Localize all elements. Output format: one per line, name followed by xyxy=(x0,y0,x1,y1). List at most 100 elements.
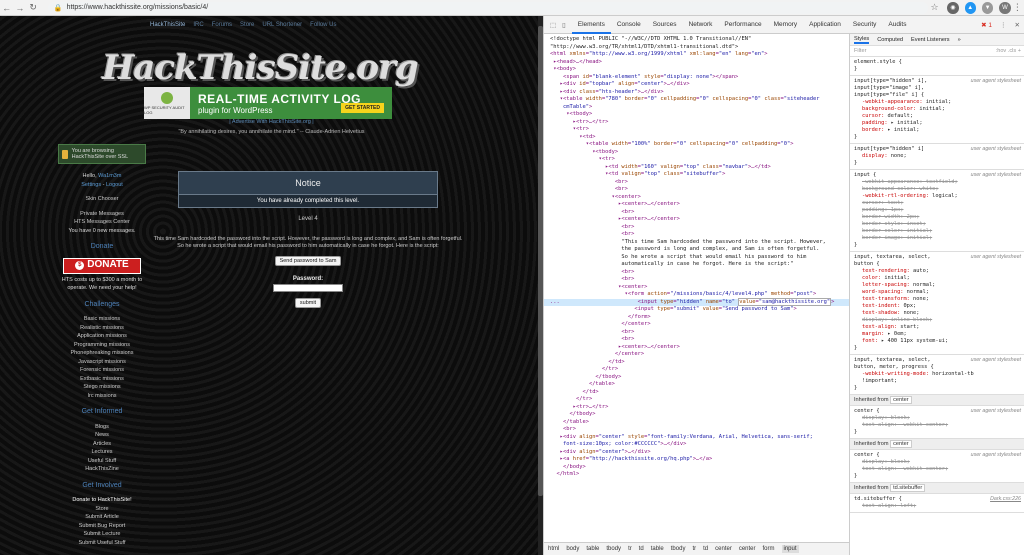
nav-item[interactable]: Javascript missions xyxy=(58,358,146,367)
crumb[interactable]: center xyxy=(715,546,732,552)
nav-item[interactable]: Blogs xyxy=(58,423,146,432)
style-rule[interactable]: center { user agent stylesheet display: … xyxy=(850,450,1024,483)
style-rule[interactable]: td.sitebuffer { Dark.css:226 text-align:… xyxy=(850,494,1024,513)
nav-item[interactable]: Articles xyxy=(58,440,146,449)
dom-node[interactable]: "This time Sam hardcoded the password in… xyxy=(544,239,849,247)
nav-item[interactable]: Phonephreaking missions xyxy=(58,349,146,358)
dom-node[interactable]: ▸<center>…</center> xyxy=(544,216,849,224)
dom-node[interactable]: </html> xyxy=(544,471,849,479)
device-toggle-icon[interactable]: ▯ xyxy=(562,21,566,29)
dom-node[interactable]: <br> xyxy=(544,276,849,284)
dom-node[interactable]: ▾<body> xyxy=(544,66,849,74)
dom-tree[interactable]: <!doctype html PUBLIC "-//W3C//DTD XHTML… xyxy=(544,34,849,542)
dom-node[interactable]: <br> xyxy=(544,179,849,187)
dom-node-selected[interactable]: ... <input type="hidden" name="to" value… xyxy=(544,297,849,306)
nav-item[interactable]: Donate to HackThisSite! xyxy=(58,496,146,505)
dom-node[interactable]: ▸<div id="topbar" align="center">…</div> xyxy=(544,81,849,89)
topbar-url-shortener[interactable]: URL Shortener xyxy=(262,22,302,28)
dom-node[interactable]: <br> xyxy=(544,224,849,232)
star-icon[interactable]: ☆ xyxy=(928,2,941,13)
tab-elements[interactable]: Elements xyxy=(571,16,611,34)
nav-item[interactable]: Submit Useful Stuff xyxy=(58,539,146,548)
dom-node[interactable]: </form> xyxy=(544,314,849,322)
crumb[interactable]: form xyxy=(763,546,775,552)
crumb[interactable]: table xyxy=(651,546,664,552)
ad-get-started-button[interactable]: GET STARTED xyxy=(341,103,384,113)
nav-item[interactable]: Application missions xyxy=(58,332,146,341)
dom-node[interactable]: </center> xyxy=(544,351,849,359)
dom-node[interactable]: ▸<center>…</center> xyxy=(544,344,849,352)
crumb[interactable]: tr xyxy=(692,546,696,552)
dom-node[interactable]: <!doctype html PUBLIC "-//W3C//DTD XHTML… xyxy=(544,36,849,44)
nav-item[interactable]: Extbasic missions xyxy=(58,375,146,384)
nav-item[interactable]: Stego missions xyxy=(58,383,146,392)
dom-node[interactable]: "http://www.w3.org/TR/xhtml1/DTD/xhtml1-… xyxy=(544,44,849,52)
dom-node[interactable]: ▸<td width="160" valign="top" class="nav… xyxy=(544,164,849,172)
dom-node[interactable]: ▸<center>…</center> xyxy=(544,201,849,209)
dom-node[interactable]: ▾<tr> xyxy=(544,156,849,164)
more-icon[interactable]: ⋮ xyxy=(996,21,1011,29)
dom-node[interactable]: <br> xyxy=(544,426,849,434)
dom-node[interactable]: <br> xyxy=(544,231,849,239)
tab-application[interactable]: Application xyxy=(803,16,847,34)
dom-node[interactable]: cmTable"> xyxy=(544,104,849,112)
nav-item[interactable]: Forensic missions xyxy=(58,366,146,375)
filter-options[interactable]: :hov .cls + xyxy=(996,48,1021,54)
dom-node[interactable]: ▸<div align="center">…</div> xyxy=(544,449,849,457)
nav-item[interactable]: Submit Bug Report xyxy=(58,522,146,531)
forward-icon[interactable]: → xyxy=(13,3,26,13)
crumb[interactable]: tbody xyxy=(606,546,621,552)
nav-item[interactable]: Basic missions xyxy=(58,315,146,324)
dom-node[interactable]: <span id="blank-element" style="display:… xyxy=(544,74,849,82)
topbar-home[interactable]: HackThisSite xyxy=(150,22,185,28)
advertise-link[interactable]: | Advertise With HackThisSite.org | xyxy=(0,119,543,125)
crumb[interactable]: table xyxy=(586,546,599,552)
styles-filter[interactable]: Filter :hov .cls + xyxy=(850,46,1024,57)
dom-node[interactable]: ▾<tbody> xyxy=(544,149,849,157)
dom-node[interactable]: the password is long and complex, and Sa… xyxy=(544,246,849,254)
dom-node[interactable]: ▸<tr>…</tr> xyxy=(544,119,849,127)
nav-item[interactable]: Programming missions xyxy=(58,341,146,350)
style-rule[interactable]: input { user agent stylesheet -webkit-ap… xyxy=(850,170,1024,252)
crumb[interactable]: td xyxy=(639,546,644,552)
site-logo[interactable]: HackThisSite.org xyxy=(95,44,425,92)
style-rule[interactable]: input, textarea, select, user agent styl… xyxy=(850,355,1024,395)
dom-node[interactable]: So he wrote a script that would email hi… xyxy=(544,254,849,262)
extension-icon[interactable]: ▼ xyxy=(981,1,994,14)
nav-item[interactable]: News xyxy=(58,431,146,440)
tab-console[interactable]: Console xyxy=(611,16,647,34)
address-bar[interactable]: 🔒 https://www.hackthissite.org/missions/… xyxy=(47,1,928,14)
dom-node[interactable]: <br> xyxy=(544,269,849,277)
dom-node[interactable]: <br> xyxy=(544,329,849,337)
nav-item[interactable]: Realistic missions xyxy=(58,324,146,333)
back-icon[interactable]: ← xyxy=(0,3,13,13)
style-rule[interactable]: input[type="hidden" i], user agent style… xyxy=(850,76,1024,144)
reload-icon[interactable]: ↻ xyxy=(27,2,40,13)
dom-node[interactable]: ▾<tbody> xyxy=(544,111,849,119)
dom-node[interactable]: ▸<div class="hts-header">…</div> xyxy=(544,89,849,97)
private-messages-link[interactable]: Private Messages xyxy=(58,210,146,219)
submit-button[interactable]: submit xyxy=(294,298,322,308)
nav-item[interactable]: Useful Stuff xyxy=(58,457,146,466)
dom-node[interactable]: </center> xyxy=(544,321,849,329)
style-rule[interactable]: input[type="hidden" i] user agent styles… xyxy=(850,144,1024,170)
tab-event-listeners[interactable]: Event Listeners xyxy=(911,37,950,43)
dom-node[interactable]: ▾<tr> xyxy=(544,126,849,134)
dom-node[interactable]: </table> xyxy=(544,381,849,389)
tab-memory[interactable]: Memory xyxy=(768,16,803,34)
dom-node[interactable]: <br> xyxy=(544,336,849,344)
tab-audits[interactable]: Audits xyxy=(882,16,912,34)
dom-node[interactable]: ▾<table width="100%" border="0" cellspac… xyxy=(544,141,849,149)
settings-link[interactable]: Settings xyxy=(81,182,101,188)
dom-node[interactable]: ▾<td> xyxy=(544,134,849,142)
donate-button[interactable]: $ DONATE xyxy=(63,257,141,274)
nav-item[interactable]: Lectures xyxy=(58,448,146,457)
extension-icon[interactable]: ◉ xyxy=(947,1,959,14)
dom-node[interactable]: ▸<tr>…</tr> xyxy=(544,404,849,412)
dom-node[interactable]: ▾<center> xyxy=(544,284,849,292)
dom-node[interactable]: </table> xyxy=(544,419,849,427)
dom-node[interactable]: </tbody> xyxy=(544,411,849,419)
advertisement-banner[interactable]: WP SECURITY AUDIT LOG REAL-TIME ACTIVITY… xyxy=(144,87,392,119)
nav-item[interactable]: Irc missions xyxy=(58,392,146,401)
more-tabs-icon[interactable]: » xyxy=(958,37,961,43)
